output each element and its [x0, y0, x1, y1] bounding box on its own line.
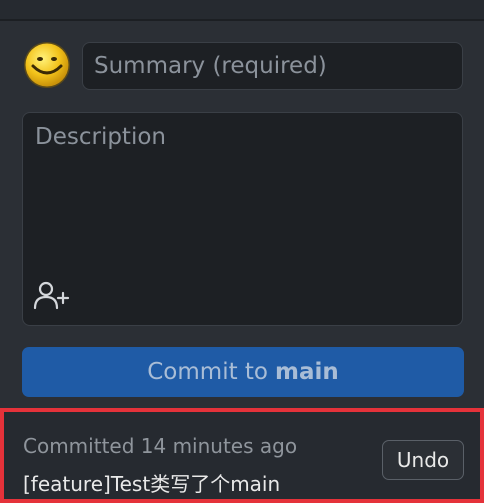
smiley-avatar-icon — [24, 42, 70, 88]
add-coauthor-icon — [33, 281, 70, 310]
commit-button[interactable]: Commit to main — [22, 347, 464, 397]
committed-time-text: Committed 14 minutes ago — [23, 434, 298, 458]
description-textarea[interactable] — [23, 113, 462, 273]
top-panel-divider — [0, 0, 484, 21]
last-commit-panel: Committed 14 minutes ago [feature]Test类写… — [0, 408, 484, 503]
last-commit-message: [feature]Test类写了个main — [23, 472, 281, 496]
add-coauthor-button[interactable] — [33, 279, 73, 311]
description-field[interactable] — [22, 112, 463, 326]
undo-button[interactable]: Undo — [382, 440, 464, 480]
commit-branch-name: main — [275, 359, 339, 385]
user-avatar — [22, 40, 72, 90]
summary-input[interactable] — [82, 42, 463, 90]
commit-button-label: Commit to — [147, 359, 268, 385]
